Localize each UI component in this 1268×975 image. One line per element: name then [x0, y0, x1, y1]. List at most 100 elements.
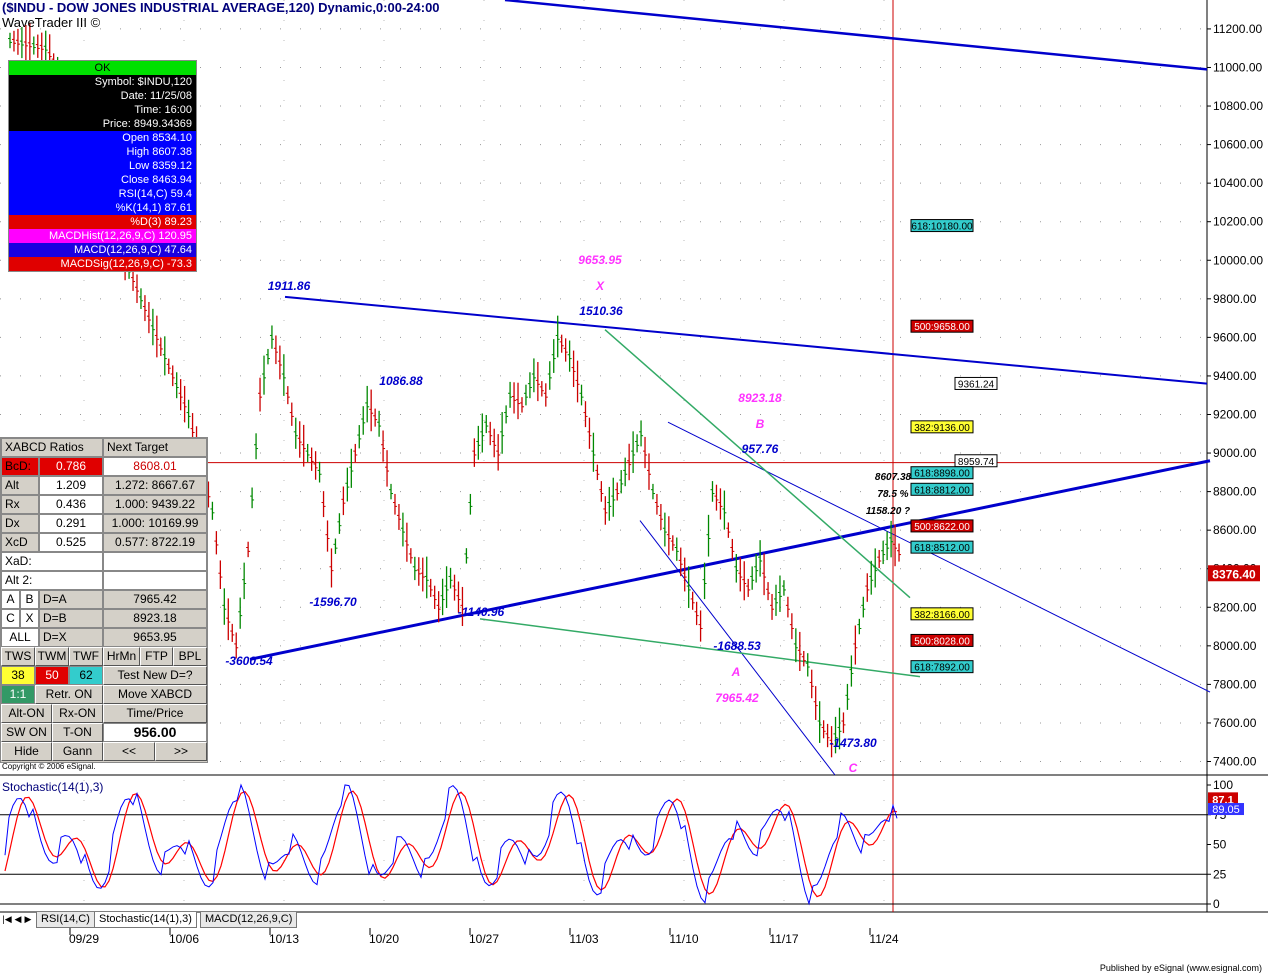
y-tick-label: 8600.00	[1213, 523, 1257, 537]
xabcd-mode-button[interactable]: TWS	[1, 647, 35, 666]
xabcd-mode-button[interactable]: FTP	[140, 647, 173, 666]
x-tick-label: 11/17	[769, 932, 798, 946]
retr-on-button[interactable]: Retr. ON	[35, 685, 103, 704]
xabcd-mode-button[interactable]: TWF	[69, 647, 103, 666]
data-window-row: Time: 16:00	[9, 103, 196, 117]
stoch-tick-label: 50	[1213, 838, 1227, 852]
bcd-value: 0.786	[39, 457, 103, 476]
level-label: 500:8028.00	[914, 636, 970, 647]
hide-button[interactable]: Hide	[1, 742, 52, 761]
chart-annotation: -3600.54	[225, 654, 273, 668]
move-xabcd-button[interactable]: Move XABCD	[103, 685, 207, 704]
ratio-name: Alt	[1, 476, 39, 495]
ratio-value: 0.291	[39, 514, 103, 533]
ratio-1-1-button[interactable]: 1:1	[1, 685, 35, 704]
chart-annotation: -1596.70	[309, 595, 357, 609]
tab-stochastic[interactable]: Stochastic(14(1),3)	[94, 912, 197, 928]
x-tick-label: 10/13	[269, 932, 299, 946]
level-label: 500:9658.00	[914, 322, 970, 333]
y-tick-label: 10000.00	[1213, 253, 1263, 267]
x-tick-label: 11/24	[869, 932, 898, 946]
y-tick-label: 11000.00	[1213, 60, 1262, 74]
data-window-row: RSI(14,C) 59.4	[9, 187, 196, 201]
tab-scroll-first-icon[interactable]: |◀	[2, 912, 12, 926]
xabcd-mode-button[interactable]: HrMn	[103, 647, 140, 666]
y-tick-label: 10600.00	[1213, 138, 1263, 152]
chart-annotation: 78.5 %	[877, 489, 908, 500]
y-tick-label: 7800.00	[1213, 677, 1257, 691]
test-new-d-button[interactable]: Test New D=?	[103, 666, 207, 685]
eq-key[interactable]: A	[1, 590, 20, 609]
chart-annotation: -1688.53	[713, 639, 761, 653]
eq-label: D=A	[39, 590, 103, 609]
data-window-row: Price: 8949.34369	[9, 117, 196, 131]
alt2-value	[103, 571, 207, 590]
time-price-value[interactable]: 956.00	[103, 723, 207, 742]
y-tick-label: 9400.00	[1213, 369, 1257, 383]
tab-scroll-left-icon[interactable]: ◀	[13, 912, 23, 926]
x-tick-label: 11/10	[669, 932, 698, 946]
xabcd-panel: XABCD Ratios Next Target BcD: 0.786 8608…	[0, 437, 208, 763]
study-name: WaveTrader III ©	[2, 15, 101, 30]
prev-button[interactable]: <<	[103, 742, 155, 761]
xabcd-mode-button[interactable]: TWM	[35, 647, 69, 666]
level-label: 618:7892.00	[914, 663, 970, 674]
sw-on-button[interactable]: SW ON	[1, 723, 52, 742]
eq-key[interactable]: ALL	[1, 628, 39, 647]
chart-annotation: X	[595, 279, 605, 293]
rx-on-button[interactable]: Rx-ON	[52, 704, 103, 723]
data-window-row: Close 8463.94	[9, 173, 196, 187]
x-tick-label: 11/03	[569, 932, 598, 946]
chart-annotation: 1158.20 ?	[866, 506, 910, 517]
gann-button[interactable]: Gann	[52, 742, 103, 761]
chart-annotation: -1140.96	[458, 605, 505, 619]
x-tick-label: 10/20	[369, 932, 399, 946]
tab-rsi[interactable]: RSI(14,C)	[36, 912, 95, 928]
level-label: 8959.74	[958, 457, 995, 468]
ratio-value: 0.525	[39, 533, 103, 552]
fib-level-button[interactable]: 50	[35, 666, 69, 685]
t-on-button[interactable]: T-ON	[52, 723, 103, 742]
x-tick-label: 10/06	[169, 932, 199, 946]
chart-annotation: 8923.18	[738, 391, 782, 405]
data-window-ok[interactable]: OK	[9, 61, 196, 75]
data-window[interactable]: OK Symbol: $INDU,120 Date: 11/25/08 Time: …	[8, 60, 197, 272]
published-by: Published by eSignal (www.esignal.com)	[1099, 963, 1262, 973]
data-window-row: High 8607.38	[9, 145, 196, 159]
stoch-tick-label: 25	[1213, 867, 1227, 881]
eq-key[interactable]: B	[20, 590, 39, 609]
next-button[interactable]: >>	[155, 742, 207, 761]
fib-level-button[interactable]: 38	[1, 666, 35, 685]
data-window-row: MACDHist(12,26,9,C) 120.95	[9, 229, 196, 243]
chart-annotation: B	[756, 417, 765, 431]
chart-annotation: 1510.36	[579, 304, 623, 318]
data-window-row: Open 8534.10	[9, 131, 196, 145]
y-tick-label: 8000.00	[1213, 639, 1257, 653]
xad-label: XaD:	[1, 552, 103, 571]
tab-scroll-right-icon[interactable]: ▶	[23, 912, 33, 926]
level-label: 618:8898.00	[914, 469, 970, 480]
y-tick-label: 7600.00	[1213, 716, 1257, 730]
stoch-title: Stochastic(14(1),3)	[2, 780, 103, 794]
y-tick-label: 8800.00	[1213, 485, 1257, 499]
eq-key[interactable]: C	[1, 609, 20, 628]
level-label: 382:9136.00	[914, 423, 970, 434]
eq-key[interactable]: X	[20, 609, 39, 628]
tab-macd[interactable]: MACD(12,26,9,C)	[200, 912, 298, 928]
time-price-button[interactable]: Time/Price	[103, 704, 207, 723]
eq-value: 9653.95	[103, 628, 207, 647]
y-tick-label: 9200.00	[1213, 407, 1257, 421]
fib-level-button[interactable]: 62	[69, 666, 103, 685]
y-tick-label: 10200.00	[1213, 215, 1263, 229]
chart-title: ($INDU - DOW JONES INDUSTRIAL AVERAGE,12…	[2, 0, 440, 15]
y-tick-label: 11200.00	[1213, 22, 1262, 36]
ratio-value: 0.436	[39, 495, 103, 514]
alt-on-button[interactable]: Alt-ON	[1, 704, 52, 723]
level-label: 9361.24	[958, 379, 995, 390]
chart-annotation: -1473.80	[829, 736, 877, 750]
xabcd-mode-button[interactable]: BPL	[173, 647, 207, 666]
alt2-label: Alt 2:	[1, 571, 103, 590]
y-tick-label: 10400.00	[1213, 176, 1263, 190]
level-label: 618:8812.00	[914, 485, 970, 496]
next-target-label: Next Target	[107, 440, 169, 454]
